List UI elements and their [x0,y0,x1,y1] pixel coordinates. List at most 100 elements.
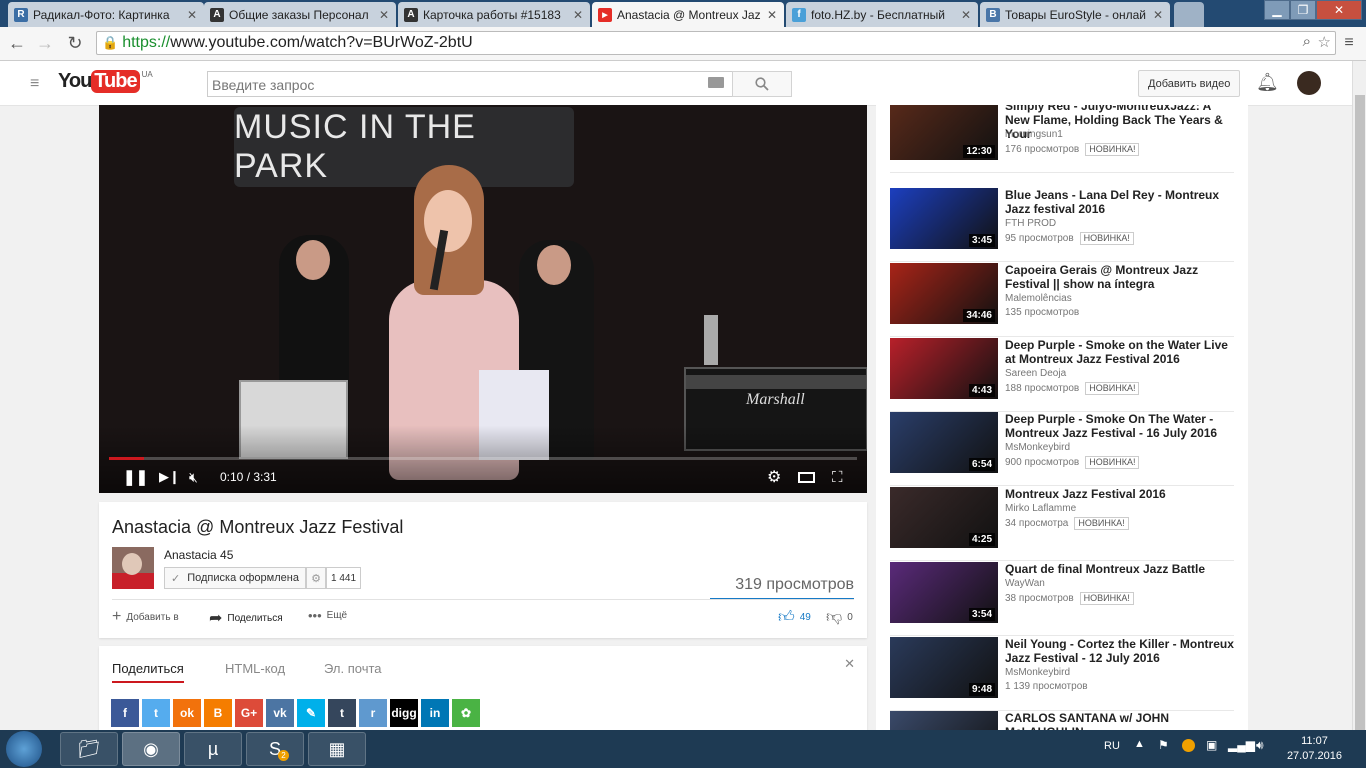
related-video-channel[interactable]: Sareen Deoja [1005,368,1066,379]
video-thumbnail[interactable]: 34:46 [890,263,998,324]
facebook-share-icon[interactable]: f [111,699,139,727]
zoom-icon[interactable]: ⌕ [1303,33,1311,50]
related-video-item[interactable]: 4:25 Montreux Jazz Festival 2016 Mirko Laf… [890,487,1235,549]
chrome-menu-icon[interactable]: ≡ [1338,32,1360,54]
tab-email[interactable]: Эл. почта [324,661,382,676]
close-tab-icon[interactable]: ✕ [766,8,778,22]
related-video-item[interactable]: 3:45 Blue Jeans - Lana Del Rey - Montreux… [890,188,1235,250]
system-clock[interactable]: 11:07 27.07.2016 [1287,734,1342,764]
video-thumbnail[interactable]: 3:54 [890,562,998,623]
utorrent-icon[interactable]: µ [184,732,242,766]
close-tab-icon[interactable]: ✕ [960,8,972,22]
related-video-title[interactable]: Capoeira Gerais @ Montreux Jazz Festival… [1005,263,1235,291]
channel-name[interactable]: Anastacia 45 [164,548,233,562]
reddit-share-icon[interactable]: r [359,699,387,727]
google-plus-share-icon[interactable]: G+ [235,699,263,727]
video-player[interactable]: MUSIC IN THE PARK Marshall ❚❚ ▶❙ 🔇︎ 0:10… [99,105,867,493]
new-tab-button[interactable] [1174,2,1204,27]
related-video-title[interactable]: Montreux Jazz Festival 2016 [1005,487,1235,501]
digg-share-icon[interactable]: digg [390,699,418,727]
volume-icon[interactable]: 🔊︎ [1256,738,1264,753]
livejournal-share-icon[interactable]: ✎ [297,699,325,727]
tumblr-share-icon[interactable]: t [328,699,356,727]
more-button[interactable]: ••• Ещё [308,608,347,623]
subscribed-button[interactable]: ✓ Подписка оформлена [164,567,306,589]
skype-icon[interactable]: S2 [246,732,304,766]
tray-arrow-icon[interactable]: ▲ [1134,738,1145,750]
search-button[interactable] [732,71,792,97]
browser-tab-4-active[interactable]: ▶ Anastacia @ Montreux Jaz ✕ [592,2,784,27]
linkedin-share-icon[interactable]: in [421,699,449,727]
browser-tab-1[interactable]: R Радикал-Фото: Картинка ✕ [8,2,204,27]
browser-tab-2[interactable]: A Общие заказы Персонал ✕ [204,2,396,27]
channel-avatar[interactable] [112,547,154,589]
related-video-channel[interactable]: MsMonkeybird [1005,667,1070,678]
dislike-button[interactable]: 👎︎ 0 [826,608,853,627]
related-video-title[interactable]: Deep Purple - Smoke On The Water - Montr… [1005,412,1235,440]
minimize-icon[interactable]: ▁ [1264,0,1290,20]
video-thumbnail[interactable]: 6:54 [890,412,998,473]
related-video-item[interactable]: 6:54 Deep Purple - Smoke On The Water - M… [890,412,1235,474]
video-thumbnail[interactable] [890,711,998,730]
vk-share-icon[interactable]: vk [266,699,294,727]
maximize-icon[interactable]: ❐ [1290,0,1316,20]
fullscreen-icon[interactable]: ⛶ [832,469,843,486]
related-video-channel[interactable]: morningsun1 [1005,129,1063,140]
network-signal-icon[interactable]: ▂▄▆ [1228,738,1255,752]
guide-menu-icon[interactable]: ≡ [30,75,39,93]
tab-share[interactable]: Поделиться [112,661,184,683]
like-button[interactable]: 👍︎ 49 [778,608,811,627]
bookmark-star-icon[interactable]: ☆ [1318,33,1331,51]
related-video-item[interactable]: 34:46 Capoeira Gerais @ Montreux Jazz Fes… [890,263,1235,325]
video-thumbnail[interactable]: 4:25 [890,487,998,548]
related-video-title[interactable]: Blue Jeans - Lana Del Rey - Montreux Jaz… [1005,188,1235,216]
browser-tab-5[interactable]: f foto.HZ.by - Бесплатный ✕ [786,2,978,27]
forward-arrow-icon[interactable]: → [34,32,56,54]
tray-device-icon[interactable]: ▣ [1206,738,1217,752]
next-icon[interactable]: ▶❙ [159,469,180,485]
odnoklassniki-share-icon[interactable]: ok [173,699,201,727]
related-video-item[interactable]: 9:48 Neil Young - Cortez the Killer - Mon… [890,637,1235,699]
tray-app-icon[interactable] [1182,739,1195,752]
language-indicator[interactable]: RU [1104,740,1120,752]
search-input[interactable]: Введите запрос [207,71,733,97]
video-thumbnail[interactable]: 12:30 [890,105,998,160]
progress-bar[interactable] [109,457,857,460]
add-to-button[interactable]: + Добавить в [112,608,179,626]
calculator-icon[interactable]: ▦ [308,732,366,766]
related-video-channel[interactable]: FTH PROD [1005,218,1056,229]
related-video-channel[interactable]: WayWan [1005,578,1045,589]
twitter-share-icon[interactable]: t [142,699,170,727]
theater-mode-icon[interactable] [798,471,815,483]
keyboard-icon[interactable] [708,77,724,88]
mute-icon[interactable]: 🔇︎ [189,469,198,486]
related-video-title[interactable]: Deep Purple - Smoke on the Water Live at… [1005,338,1235,366]
tab-embed[interactable]: HTML-код [225,661,285,676]
subscription-settings-gear-icon[interactable]: ⚙ [306,567,326,589]
related-video-channel[interactable]: MsMonkeybird [1005,442,1070,453]
stumbleupon-share-icon[interactable]: ✿ [452,699,480,727]
browser-tab-3[interactable]: A Карточка работы #15183 ✕ [398,2,590,27]
upload-button[interactable]: Добавить видео [1138,70,1241,97]
chrome-icon[interactable]: ◉ [122,732,180,766]
scrollbar-thumb[interactable] [1355,95,1365,731]
pause-icon[interactable]: ❚❚ [123,468,148,486]
related-video-item[interactable]: 3:54 Quart de final Montreux Jazz Battle W… [890,562,1235,624]
close-tab-icon[interactable]: ✕ [186,8,198,22]
related-video-title[interactable]: CARLOS SANTANA w/ JOHN McLAUGHLIN [1005,711,1235,730]
reload-icon[interactable]: ↻ [64,32,86,54]
related-video-item[interactable]: 12:30 Simply Red - Julyo-MontreuxJazz: A … [890,105,1235,161]
related-video-item[interactable]: 4:43 Deep Purple - Smoke on the Water Liv… [890,338,1235,400]
close-window-icon[interactable]: ✕ [1316,0,1362,20]
start-button[interactable] [6,731,42,767]
related-video-title[interactable]: Quart de final Montreux Jazz Battle [1005,562,1235,576]
close-share-icon[interactable]: ✕ [844,656,855,672]
video-thumbnail[interactable]: 3:45 [890,188,998,249]
close-tab-icon[interactable]: ✕ [572,8,584,22]
back-arrow-icon[interactable]: ← [6,32,28,54]
page-scrollbar[interactable] [1352,61,1366,731]
address-bar[interactable]: 🔒 https://www.youtube.com/watch?v=BUrWoZ… [96,31,1336,55]
tray-flag-icon[interactable]: ⚑ [1158,738,1169,752]
account-avatar[interactable] [1297,71,1321,95]
blogger-share-icon[interactable]: B [204,699,232,727]
